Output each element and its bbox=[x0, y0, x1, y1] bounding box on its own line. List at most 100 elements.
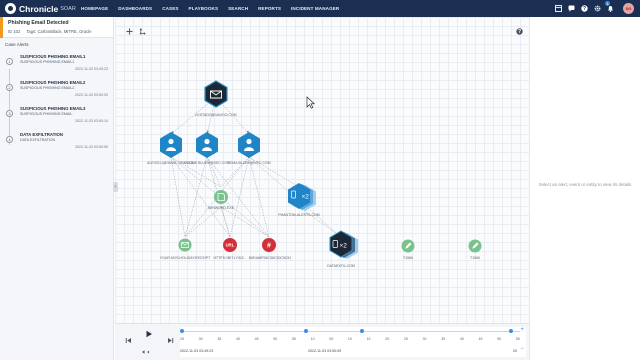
settings-icon[interactable] bbox=[593, 5, 601, 13]
graph-node-email[interactable] bbox=[204, 80, 228, 108]
alert-item[interactable]: 2 SUSPICIOUS PHISHING EMAIL2 SUSPICIOUS … bbox=[0, 80, 114, 106]
alert-time: 2022-11-03 03:50:59 bbox=[74, 145, 108, 149]
nav-playbooks[interactable]: PLAYBOOKS bbox=[184, 6, 224, 11]
chat-icon[interactable] bbox=[567, 5, 575, 13]
nav-dashboards[interactable]: DASHBOARDS bbox=[113, 6, 157, 11]
alert-title: SUSPICIOUS PHISHING EMAIL2 bbox=[20, 80, 86, 85]
nav-incident-manager[interactable]: INCIDENT MANAGER bbox=[286, 6, 344, 11]
play-icon[interactable] bbox=[145, 330, 153, 338]
alert-item[interactable]: 1 SUSPICIOUS PHISHING EMAIL1 SUSPICIOUS … bbox=[0, 54, 114, 80]
node-count: ×2 bbox=[302, 194, 310, 201]
case-meta: ID 102 Tags: CarbonBlack, MITRE, Oracle bbox=[8, 29, 107, 34]
nav-homepage[interactable]: HOMEPAGE bbox=[76, 6, 113, 11]
user-avatar[interactable]: SG bbox=[623, 3, 634, 14]
skip-forward-icon[interactable] bbox=[166, 336, 174, 344]
alert-subtitle: SUSPICIOUS PHISHING EMAIL2 bbox=[20, 86, 75, 90]
timeline-tick: 50 bbox=[273, 337, 278, 341]
graph-node-user[interactable] bbox=[196, 132, 218, 158]
details-empty-text: Select an alert, event or entity to view… bbox=[538, 182, 632, 187]
help-icon[interactable]: ? bbox=[580, 5, 588, 13]
alert-number: 1 bbox=[6, 58, 13, 65]
node-count: ×2 bbox=[340, 243, 348, 250]
case-sidebar: Phishing Email Detected ID 102 Tags: Car… bbox=[0, 17, 114, 360]
alert-subtitle: SUSPICIOUS PHISHING EMAIL bbox=[20, 112, 73, 116]
node-label: YOUR.MVS.HOLIDAY.RECEIPT bbox=[159, 256, 211, 260]
node-label: TOMA.BLUEM@VEC.COM bbox=[227, 161, 271, 165]
nav-search[interactable]: SEARCH bbox=[223, 6, 253, 11]
node-label: T1566 bbox=[470, 256, 480, 260]
entity-graph: ×2 URL # ×2 bbox=[160, 80, 482, 259]
alert-number: 2 bbox=[6, 84, 13, 91]
timeline-axis bbox=[180, 331, 520, 332]
chronicle-logo[interactable]: Chronicle SOAR bbox=[0, 0, 76, 17]
nav-cases[interactable]: CASES bbox=[157, 6, 183, 11]
node-label: DATAEXFIL.COM bbox=[327, 264, 355, 268]
alert-number: 4 bbox=[6, 136, 13, 143]
chronicle-logo-mark bbox=[5, 3, 16, 14]
alert-subtitle: DATA EXFILTRATION bbox=[20, 138, 56, 142]
timeline-event-dot[interactable] bbox=[360, 329, 364, 333]
timeline-tick: 25 bbox=[403, 337, 408, 341]
timeline-date-mid: 2022-11-03 03:50:09 bbox=[308, 349, 342, 353]
case-title: Phishing Email Detected bbox=[8, 20, 69, 26]
alert-time: 2022-11-03 03:50:14 bbox=[74, 119, 108, 123]
graph-node-technique[interactable] bbox=[401, 239, 415, 253]
timeline: 25 30 35 40 45 50 55 10 05 10 15 20 25 3… bbox=[115, 323, 529, 360]
alert-title: DATA EXFILTRATION bbox=[20, 132, 63, 137]
window-icon[interactable] bbox=[554, 5, 562, 13]
timeline-tick: 15 bbox=[366, 337, 371, 341]
speed-toggle-icon[interactable] bbox=[141, 348, 149, 356]
timeline-tick: 05 bbox=[329, 337, 334, 341]
node-label: HTTPS://BIT.LY/DZ... bbox=[213, 256, 247, 260]
skip-back-icon[interactable] bbox=[124, 336, 132, 344]
alert-number: 3 bbox=[6, 110, 13, 117]
svg-text:URL: URL bbox=[226, 243, 235, 248]
graph-node-user[interactable] bbox=[160, 132, 182, 158]
node-label: MGOCE.BLUEM@VEC.COM bbox=[183, 161, 231, 165]
notification-badge: 1 bbox=[605, 1, 610, 6]
timeline-tick: 20 bbox=[385, 337, 390, 341]
zoom-out-icon[interactable]: − bbox=[520, 346, 524, 352]
timeline-date-start: 2022-11-03 03:49:23 bbox=[180, 349, 214, 353]
timeline-tick: 45 bbox=[478, 337, 483, 341]
timeline-tick: 40 bbox=[459, 337, 464, 341]
timeline-event-dot[interactable] bbox=[180, 329, 184, 333]
graph-node-email-subject[interactable] bbox=[178, 238, 192, 252]
graph-node-domain-group[interactable]: ×2 bbox=[329, 230, 358, 259]
details-panel: Select an alert, event or entity to view… bbox=[529, 17, 640, 360]
timeline-event-dot[interactable] bbox=[509, 329, 513, 333]
node-label: WINWORD.EXE bbox=[208, 206, 234, 210]
graph-node-technique[interactable] bbox=[468, 239, 482, 253]
zoom-in-icon[interactable]: + bbox=[520, 327, 524, 333]
timeline-tick: 45 bbox=[254, 337, 259, 341]
top-bar: Chronicle SOAR HOMEPAGE DASHBOARDS CASES… bbox=[0, 0, 640, 17]
case-alerts-label: Case Alerts bbox=[5, 42, 29, 47]
timeline-tick: 40 bbox=[235, 337, 240, 341]
alert-item[interactable]: 4 DATA EXFILTRATION DATA EXFILTRATION 20… bbox=[0, 132, 114, 158]
timeline-tick: 55 bbox=[291, 337, 296, 341]
graph-node-process[interactable] bbox=[214, 190, 228, 204]
timeline-tick: 30 bbox=[198, 337, 203, 341]
node-label: PHANTOM-ALERTS.COM bbox=[278, 213, 320, 217]
alert-title: SUSPICIOUS PHISHING EMAIL3 bbox=[20, 106, 86, 111]
timeline-tick: 30 bbox=[422, 337, 427, 341]
timeline-event-dot[interactable] bbox=[304, 329, 308, 333]
nav-reports[interactable]: REPORTS bbox=[253, 6, 286, 11]
timeline-tick: 10 bbox=[310, 337, 315, 341]
graph-node-url[interactable]: URL bbox=[223, 238, 237, 252]
case-header[interactable]: Phishing Email Detected ID 102 Tags: Car… bbox=[0, 17, 113, 38]
timeline-end-label: 20 bbox=[513, 349, 517, 353]
graph-node-device-group[interactable]: ×2 bbox=[288, 183, 316, 211]
mouse-cursor-icon bbox=[306, 96, 316, 109]
timeline-track[interactable]: 25 30 35 40 45 50 55 10 05 10 15 20 25 3… bbox=[180, 327, 526, 357]
case-id: ID 102 bbox=[8, 29, 21, 34]
node-label: T1566 bbox=[403, 256, 413, 260]
graph-arrowheads bbox=[171, 130, 249, 134]
graph-node-hash[interactable]: # bbox=[262, 238, 276, 252]
alert-item[interactable]: 3 SUSPICIOUS PHISHING EMAIL3 SUSPICIOUS … bbox=[0, 106, 114, 132]
graph-node-user[interactable] bbox=[238, 132, 260, 158]
timeline-ticks: 25 30 35 40 45 50 55 10 05 10 15 20 25 3… bbox=[180, 337, 520, 341]
svg-text:#: # bbox=[267, 243, 271, 250]
logo-text: Chronicle bbox=[19, 3, 59, 14]
alert-subtitle: SUSPICIOUS PHISHING EMAIL1 bbox=[20, 60, 75, 64]
